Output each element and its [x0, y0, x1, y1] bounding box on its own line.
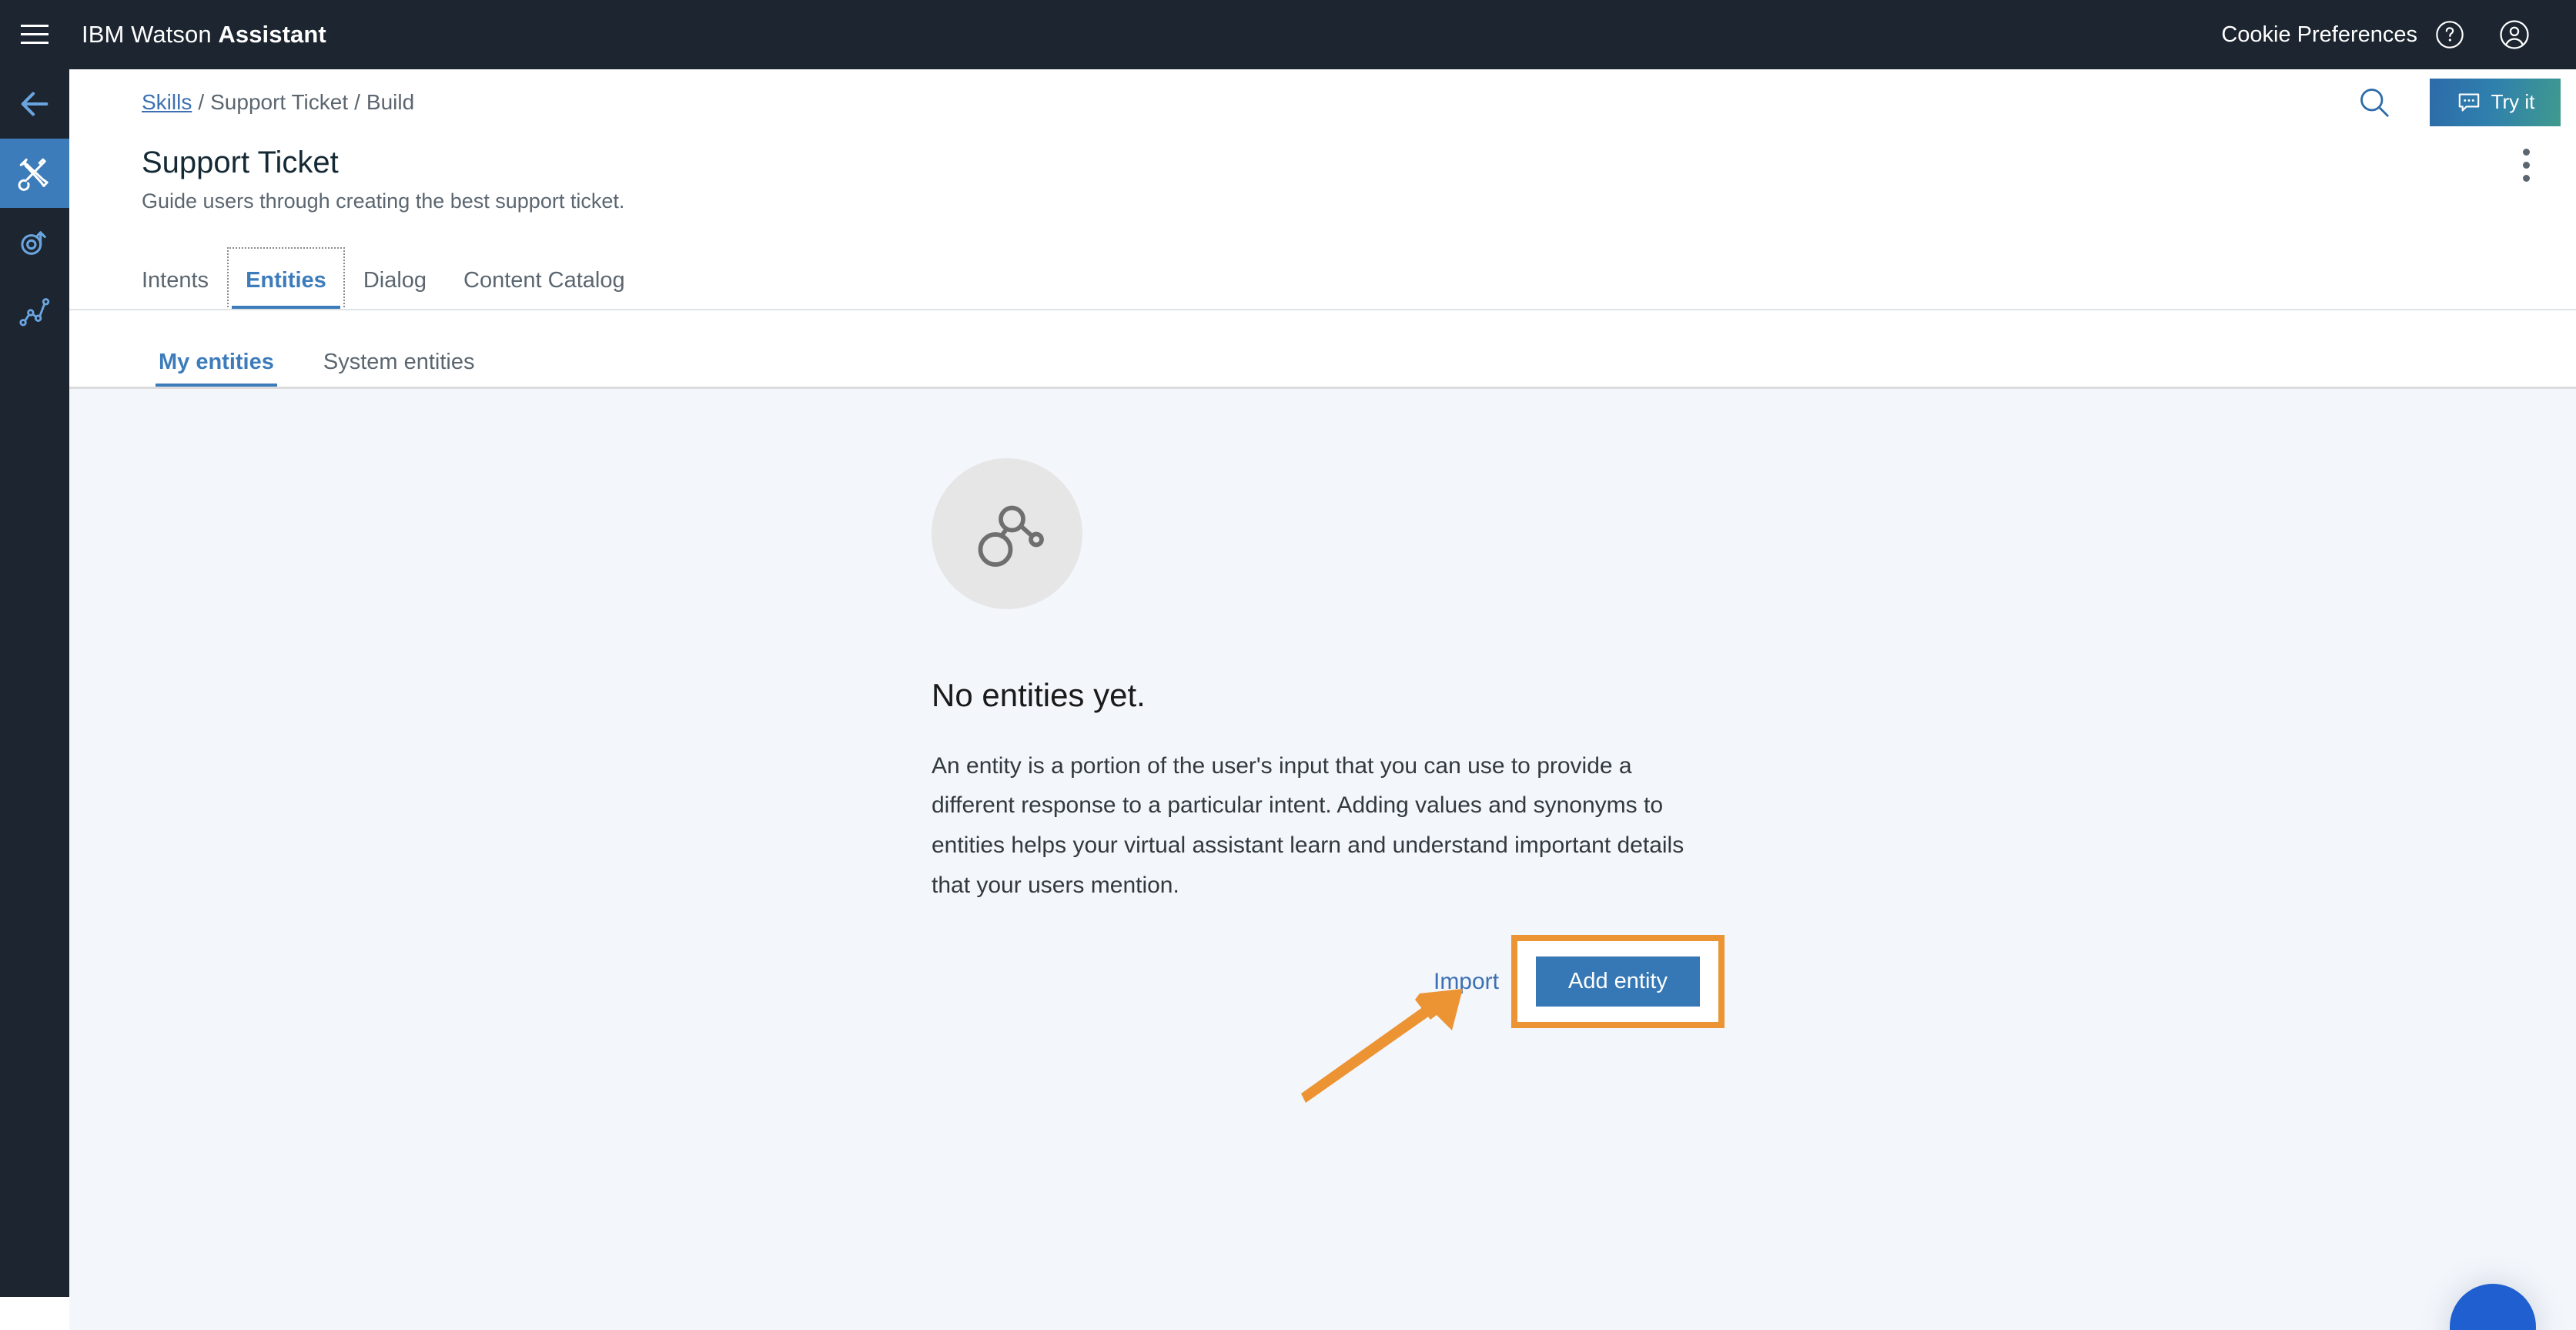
- deploy-icon: [21, 231, 46, 255]
- breadcrumb-row: Skills / Support Ticket / Build Try it: [69, 69, 2576, 135]
- empty-state-heading: No entities yet.: [932, 677, 1146, 714]
- page-title: Support Ticket: [142, 146, 339, 179]
- sidebar-item-back[interactable]: [0, 69, 69, 139]
- empty-state-body: An entity is a portion of the user's inp…: [932, 752, 1684, 899]
- kebab-menu-icon-dot-1: [2522, 148, 2530, 156]
- tab-content-catalog[interactable]: Content Catalog: [445, 247, 644, 310]
- empty-state-illustration: [932, 458, 1082, 610]
- app-frame: Skills / Support Ticket / Build Try it S…: [69, 69, 2576, 1330]
- account-button[interactable]: [2482, 0, 2547, 69]
- breadcrumb-item-skill: Support Ticket: [210, 89, 349, 114]
- tab-content-catalog-label: Content Catalog: [463, 268, 625, 293]
- primary-tab-bar: Intents Entities Dialog Content Catalog: [69, 247, 2576, 311]
- chat-bubble-icon: [2458, 92, 2479, 112]
- tab-my-entities[interactable]: My entities: [156, 350, 277, 390]
- import-link[interactable]: Import: [1434, 969, 1499, 995]
- sidebar-item-analytics[interactable]: [0, 277, 69, 347]
- tools-icon: [18, 158, 49, 191]
- global-header: IBM Watson Assistant Cookie Preferences: [0, 0, 2576, 69]
- help-circle-icon: [2436, 21, 2464, 49]
- entities-content-area: No entities yet. An entity is a portion …: [69, 389, 2576, 1330]
- hamburger-icon: [21, 25, 49, 45]
- breadcrumb-item-build: Build: [366, 89, 415, 114]
- secondary-tab-bar: My entities System entities: [69, 310, 2576, 390]
- breadcrumb-separator-2: /: [354, 89, 360, 114]
- brand-title: IBM Watson Assistant: [82, 21, 326, 49]
- analytics-icon: [19, 298, 50, 327]
- page-header: Support Ticket Guide users through creat…: [69, 135, 2576, 213]
- brand-prefix: IBM Watson: [82, 21, 219, 48]
- tab-dialog[interactable]: Dialog: [345, 247, 445, 310]
- kebab-menu-icon-dot-2: [2522, 161, 2530, 169]
- tab-entities[interactable]: Entities: [227, 247, 345, 311]
- try-it-label: Try it: [2491, 90, 2535, 113]
- search-icon: [2360, 88, 2389, 117]
- overflow-menu-button[interactable]: [2499, 138, 2553, 192]
- tab-intents[interactable]: Intents: [123, 247, 227, 310]
- tab-dialog-label: Dialog: [363, 268, 427, 293]
- add-entity-highlight: Add entity: [1511, 935, 1725, 1029]
- assistant-fab-button[interactable]: [2450, 1284, 2536, 1330]
- arrow-left-icon: [21, 92, 49, 116]
- add-entity-button[interactable]: Add entity: [1536, 956, 1700, 1007]
- search-button[interactable]: [2343, 72, 2405, 133]
- brand-bold: Assistant: [218, 21, 326, 48]
- hamburger-menu-button[interactable]: [0, 0, 69, 69]
- sidebar-item-deploy[interactable]: [0, 208, 69, 277]
- tab-my-entities-label: My entities: [159, 350, 274, 375]
- tab-system-entities[interactable]: System entities: [320, 350, 478, 389]
- breadcrumb-link-skills[interactable]: Skills: [142, 90, 192, 115]
- help-button[interactable]: [2417, 0, 2482, 69]
- tab-intents-label: Intents: [142, 268, 209, 293]
- breadcrumb-separator-1: /: [198, 89, 205, 114]
- breadcrumb-actions: Try it: [2343, 69, 2576, 135]
- empty-state: No entities yet. An entity is a portion …: [932, 458, 1748, 1029]
- entity-nodes-icon: [978, 506, 1044, 568]
- try-it-button[interactable]: Try it: [2430, 78, 2561, 126]
- tab-entities-label: Entities: [246, 268, 326, 293]
- kebab-menu-icon-dot-3: [2522, 174, 2530, 182]
- left-navigation-rail: [0, 69, 69, 1297]
- tab-system-entities-label: System entities: [323, 350, 475, 375]
- page-subtitle: Guide users through creating the best su…: [142, 189, 625, 213]
- header-actions: Cookie Preferences: [2221, 0, 2576, 69]
- user-avatar-icon: [2500, 20, 2529, 49]
- sidebar-item-build[interactable]: [0, 139, 69, 208]
- empty-state-actions: Import Add entity: [932, 935, 1725, 1029]
- cookie-preferences-link[interactable]: Cookie Preferences: [2221, 22, 2417, 48]
